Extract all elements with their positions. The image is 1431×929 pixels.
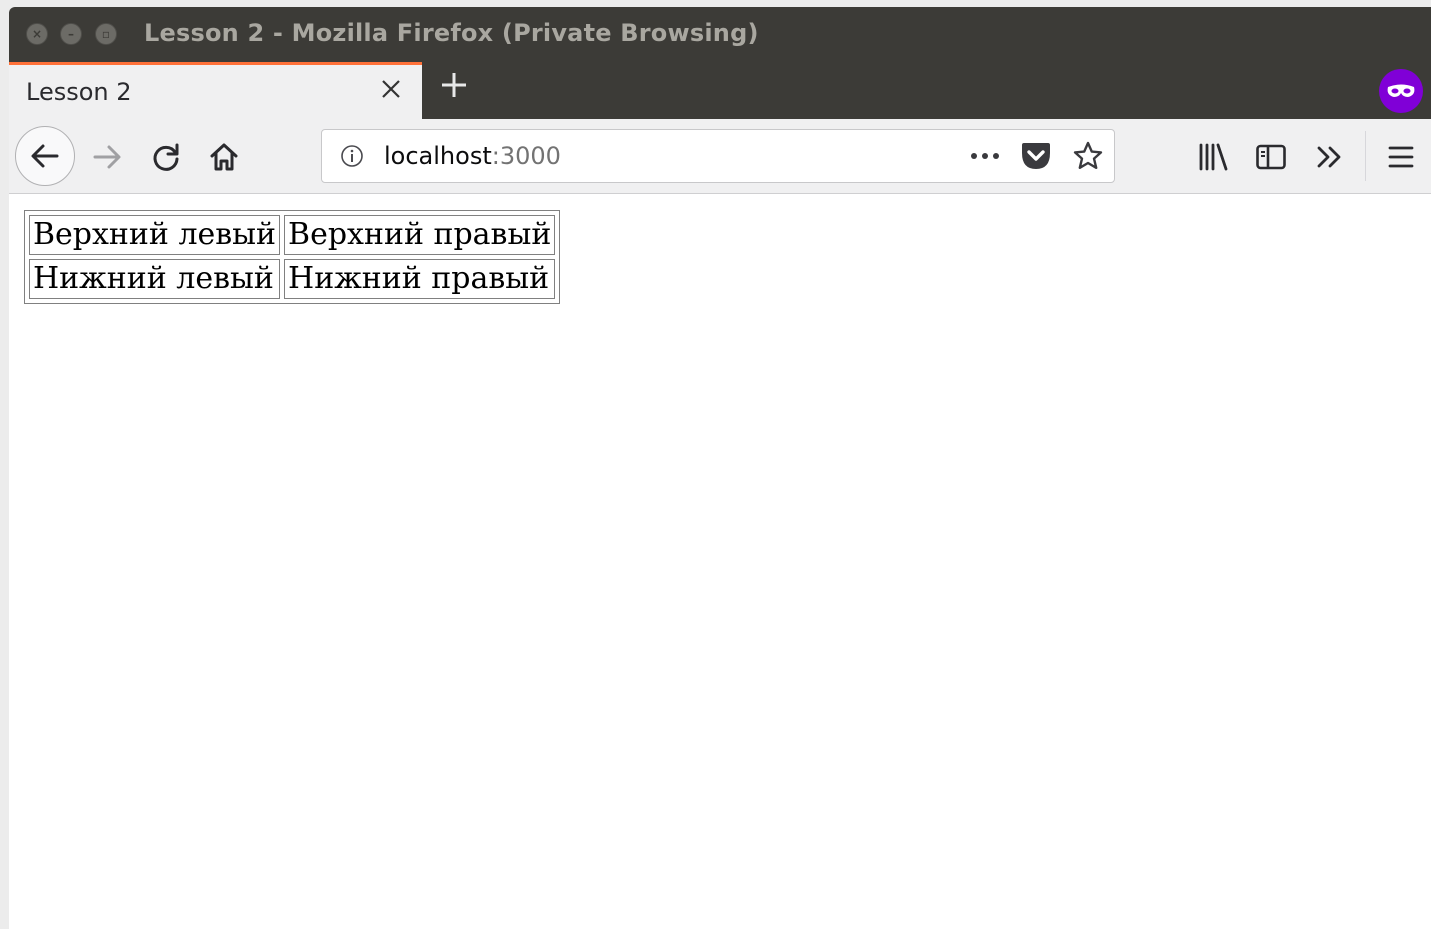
window-close-button[interactable]: ×	[26, 23, 48, 45]
tab-title: Lesson 2	[26, 78, 132, 106]
pocket-button[interactable]	[1018, 140, 1054, 172]
private-browsing-mask-icon	[1387, 84, 1415, 97]
tab-strip: Lesson 2	[9, 62, 1431, 119]
window-maximize-button[interactable]: ▫	[95, 23, 117, 45]
info-icon[interactable]	[340, 144, 364, 168]
forward-button[interactable]	[89, 139, 125, 175]
main-menu-button[interactable]	[1383, 139, 1419, 175]
page-actions-button[interactable]	[967, 140, 1003, 172]
close-icon	[382, 80, 400, 98]
sidebar-button[interactable]	[1253, 139, 1289, 175]
url-text[interactable]: localhost:3000	[384, 142, 561, 170]
table-cell-bottom-left: Нижний левый	[29, 259, 281, 299]
minimize-icon: –	[68, 27, 74, 41]
bookmark-star-icon	[1073, 141, 1103, 169]
url-port: :3000	[491, 142, 561, 170]
home-button[interactable]	[206, 139, 242, 175]
page-actions-icon	[971, 153, 999, 159]
window-title: Lesson 2 - Mozilla Firefox (Private Brow…	[144, 19, 759, 47]
overflow-menu-button[interactable]	[1312, 139, 1348, 175]
browser-window: × – ▫ Lesson 2 - Mozilla Firefox (Privat…	[9, 7, 1431, 929]
reload-icon	[153, 143, 179, 171]
url-bar[interactable]: localhost:3000	[321, 129, 1115, 183]
new-tab-button[interactable]	[437, 70, 471, 104]
toolbar-divider	[1365, 131, 1366, 181]
tab-lesson-2[interactable]: Lesson 2	[9, 62, 422, 119]
maximize-icon: ▫	[101, 27, 111, 41]
library-button[interactable]	[1195, 139, 1231, 175]
pocket-icon	[1022, 143, 1050, 169]
plus-icon	[442, 73, 466, 97]
back-button[interactable]	[15, 126, 75, 186]
table-cell-bottom-right: Нижний правый	[284, 259, 556, 299]
home-icon	[210, 143, 238, 171]
table-cell-top-left: Верхний левый	[29, 215, 281, 255]
url-host: localhost	[384, 142, 492, 170]
back-arrow-icon	[31, 144, 59, 168]
close-icon: ×	[31, 27, 43, 41]
overflow-chevron-icon	[1317, 146, 1341, 168]
table-row: Верхний левый Верхний правый	[29, 215, 556, 255]
sidebar-icon	[1256, 144, 1286, 170]
library-icon	[1199, 143, 1228, 171]
table-row: Нижний левый Нижний правый	[29, 259, 556, 299]
window-minimize-button[interactable]: –	[60, 23, 82, 45]
page-content: Верхний левый Верхний правый Нижний левы…	[9, 194, 1431, 929]
table-cell-top-right: Верхний правый	[284, 215, 556, 255]
title-bar: × – ▫ Lesson 2 - Mozilla Firefox (Privat…	[9, 7, 1431, 62]
navigation-toolbar: localhost:3000	[9, 119, 1431, 194]
private-browsing-indicator	[1379, 69, 1423, 113]
bookmark-star-button[interactable]	[1070, 140, 1106, 172]
hamburger-menu-icon	[1388, 146, 1414, 168]
reload-button[interactable]	[148, 139, 184, 175]
tab-close-button[interactable]	[377, 75, 405, 103]
content-table: Верхний левый Верхний правый Нижний левы…	[24, 210, 561, 304]
forward-arrow-icon	[93, 145, 121, 169]
